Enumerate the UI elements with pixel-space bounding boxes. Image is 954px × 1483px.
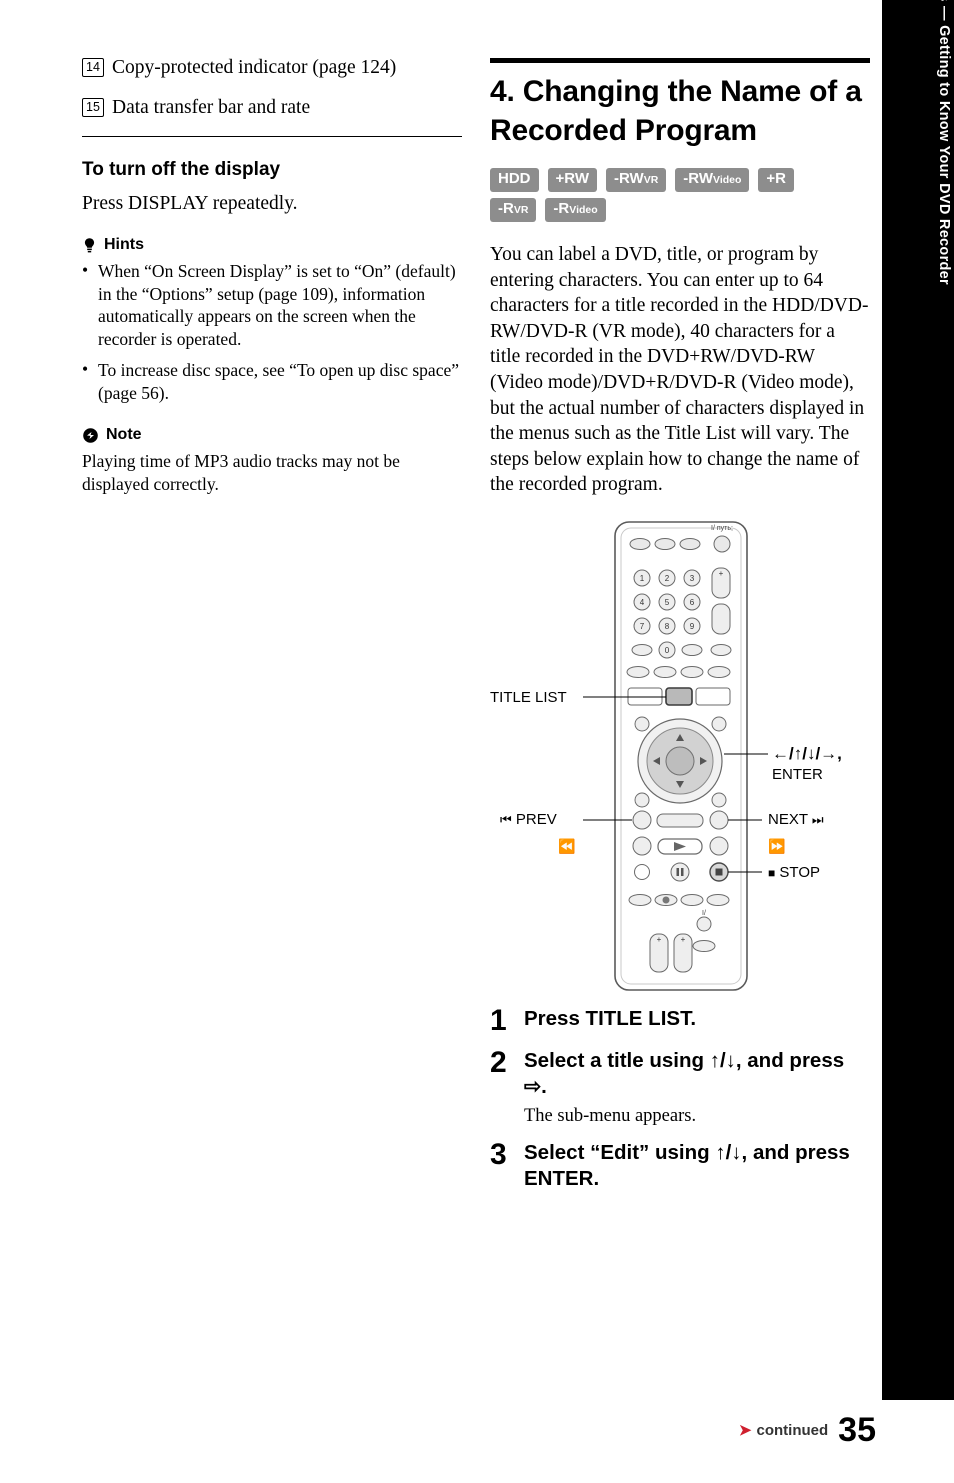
badge-row: HDD +RW -RWVR -RWVideo +R	[490, 168, 870, 192]
manual-page: Seven Basic Operations — Getting to Know…	[0, 0, 954, 1483]
disc-badge-r-video: -RVideo	[545, 198, 606, 222]
subsection-body: Press DISPLAY repeatedly.	[82, 193, 298, 214]
side-tab-band: Seven Basic Operations — Getting to Know…	[882, 0, 954, 1400]
continued-indicator: ➤ continued	[739, 1421, 828, 1447]
hints-heading: Hints	[82, 236, 462, 254]
svg-text:2: 2	[665, 574, 670, 583]
svg-text:+: +	[719, 569, 724, 578]
svg-text:6: 6	[690, 598, 695, 607]
lightbulb-icon	[82, 237, 97, 254]
dpad-arrows-label: ←/↑/↓/→,	[772, 743, 842, 763]
badge-row: -RVR -RVideo	[490, 198, 870, 222]
disc-badge-rw-vr: -RWVR	[605, 168, 667, 192]
disc-badge-r-vr: -RVR	[490, 198, 537, 222]
intro-paragraph: You can label a DVD, title, or program b…	[490, 244, 869, 496]
step-item: 3 Select “Edit” using ↑/↓, and press ENT…	[490, 1137, 870, 1192]
steps-list: 1 Press TITLE LIST. 2 Select a title usi…	[490, 1003, 870, 1192]
heading-rule	[490, 58, 870, 63]
list-item: 15 Data transfer bar and rate	[82, 96, 462, 120]
remote-illustration: I/ путь; 1 2 3 4 5 6 7 8 9 0 + I/ + + TITLE LI…	[490, 516, 870, 996]
page-number: 35	[838, 1411, 876, 1449]
subsection-heading: To turn off the display	[82, 159, 281, 180]
svg-text:5: 5	[665, 598, 670, 607]
step-item: 1 Press TITLE LIST.	[490, 1003, 870, 1037]
step-title: Press TITLE LIST.	[524, 1006, 697, 1030]
callout-prev: ⏮ PREV	[500, 810, 557, 828]
callout-next: NEXT ⏭	[768, 810, 824, 828]
step-title: Select “Edit” using ↑/↓, and press ENTER…	[524, 1140, 850, 1190]
arrow-right-icon: ➤	[738, 1422, 752, 1439]
side-tab-label: Seven Basic Operations — Getting to Know…	[936, 0, 952, 285]
step-number: 2	[490, 1045, 507, 1079]
callout-title-list: TITLE LIST	[490, 688, 567, 706]
step-subtext: The sub-menu appears.	[524, 1105, 697, 1126]
svg-text:I/: I/	[702, 910, 706, 917]
svg-text:3: 3	[690, 574, 695, 583]
item-text: Data transfer bar and rate	[112, 97, 311, 118]
svg-text:9: 9	[690, 622, 695, 631]
callout-stop: ■ STOP	[768, 863, 820, 881]
item-text: Copy-protected indicator (page 124)	[112, 57, 397, 78]
step-number: 1	[490, 1003, 507, 1037]
callout-rewind: ⏪	[558, 837, 576, 854]
svg-text:0: 0	[665, 646, 670, 655]
left-column: 14 Copy-protected indicator (page 124) 15…	[82, 56, 462, 495]
note-body: Playing time of MP3 audio tracks may not…	[82, 451, 400, 494]
item-number-badge: 14	[82, 58, 104, 77]
step-title: Select a title using ↑/↓, and press ⇨.	[524, 1048, 845, 1098]
svg-text:+: +	[681, 935, 686, 944]
divider	[82, 136, 462, 137]
enter-label: ENTER	[772, 765, 823, 783]
step-number: 3	[490, 1137, 507, 1171]
hint-item: When “On Screen Display” is set to “On” …	[82, 259, 462, 350]
disc-badge-plus-rw: +RW	[547, 168, 597, 192]
hints-label: Hints	[104, 236, 144, 253]
hints-list: When “On Screen Display” is set to “On” …	[82, 259, 462, 404]
svg-text:+: +	[657, 935, 662, 944]
step-item: 2 Select a title using ↑/↓, and press ⇨.…	[490, 1045, 870, 1128]
callout-dpad-enter: ←/↑/↓/→, ENTER	[772, 743, 842, 785]
note-icon	[82, 427, 99, 444]
svg-text:4: 4	[640, 598, 645, 607]
page-title: 4. Changing the Name of a Recorded Progr…	[490, 75, 862, 147]
note-heading: Note	[82, 426, 462, 444]
svg-text:1: 1	[640, 574, 645, 583]
svg-text:I/ путь;: I/ путь;	[711, 525, 733, 532]
list-item: 14 Copy-protected indicator (page 124)	[82, 56, 462, 80]
item-number-badge: 15	[82, 98, 104, 117]
note-label: Note	[106, 426, 142, 443]
disc-type-badges: HDD +RW -RWVR -RWVideo +R -RVR -RVideo	[490, 168, 870, 222]
disc-badge-plus-r: +R	[758, 168, 795, 192]
callout-forward: ⏩	[768, 837, 786, 854]
right-column: 4. Changing the Name of a Recorded Progr…	[490, 58, 870, 1204]
disc-badge-rw-video: -RWVideo	[675, 168, 750, 192]
disc-badge-hdd: HDD	[490, 168, 539, 192]
page-footer: ➤ continued 35	[739, 1413, 876, 1447]
svg-text:8: 8	[665, 622, 670, 631]
svg-text:7: 7	[640, 622, 645, 631]
continued-label: continued	[756, 1421, 829, 1439]
hint-item: To increase disc space, see “To open up …	[82, 358, 462, 404]
